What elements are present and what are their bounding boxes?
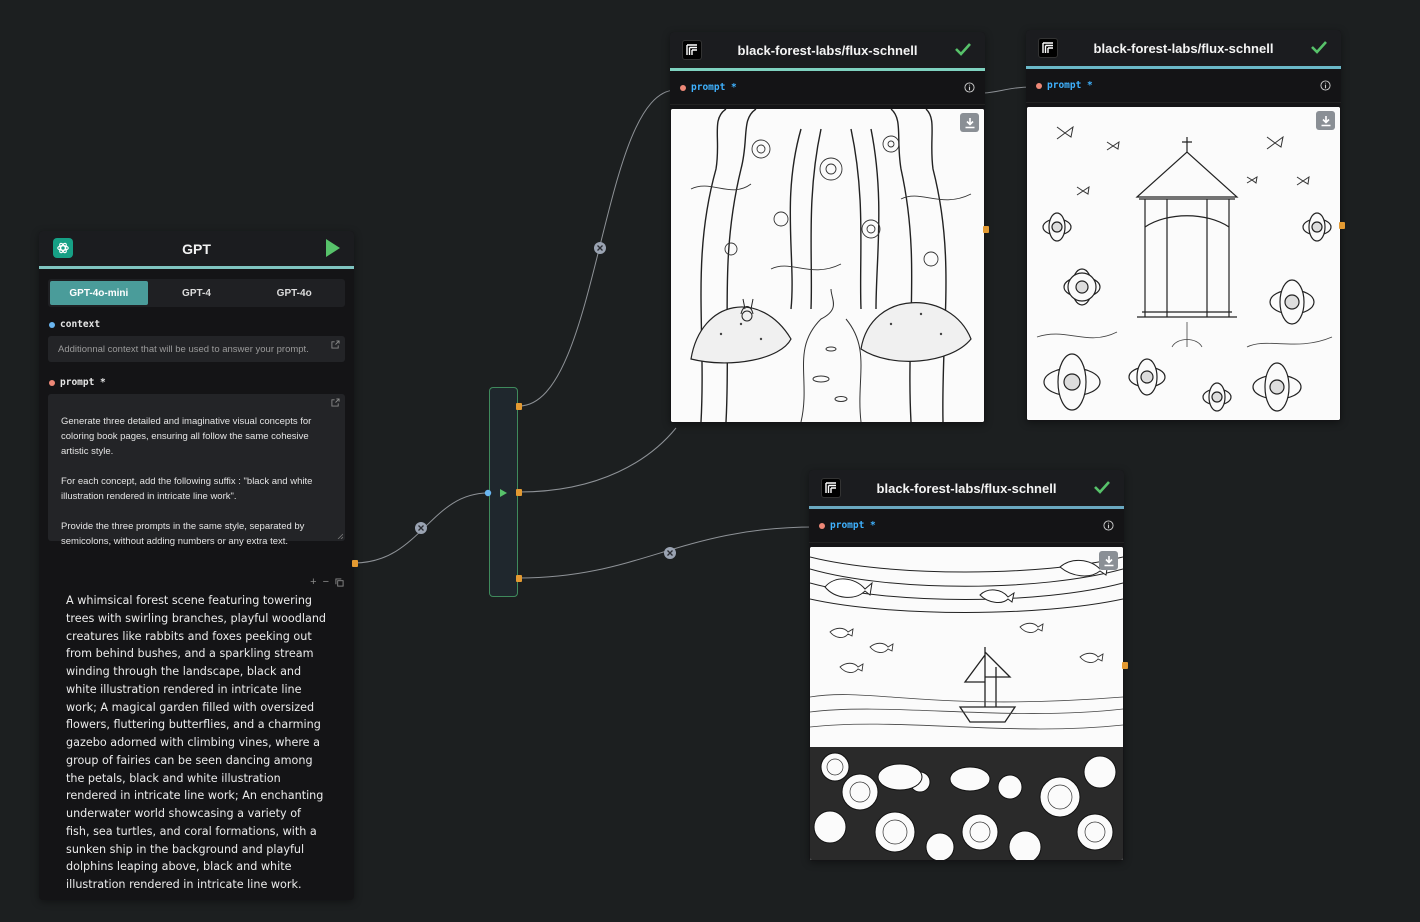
flux-output-port-garden[interactable] — [1339, 222, 1345, 229]
expand-icon[interactable] — [331, 340, 340, 349]
context-port-dot[interactable] — [49, 321, 55, 328]
flux-prompt-input[interactable]: prompt * — [670, 71, 985, 105]
flux-node-title: black-forest-labs/flux-schnell — [1093, 40, 1274, 56]
prompt-label: prompt * — [49, 377, 354, 388]
flux-prompt-input[interactable]: prompt * — [1026, 69, 1341, 103]
context-label-text: context — [60, 319, 101, 330]
download-icon[interactable] — [1316, 111, 1335, 130]
info-icon[interactable] — [1103, 520, 1114, 531]
wire-delete-button — [415, 522, 427, 534]
prompt-port-dot[interactable] — [49, 379, 55, 386]
check-icon — [1311, 41, 1327, 54]
flux-node-header[interactable]: black-forest-labs/flux-schnell — [809, 470, 1124, 506]
workflow-canvas[interactable]: GPT GPT-4o-mini GPT-4 GPT-4o context Add… — [0, 0, 1420, 922]
generated-image-garden[interactable] — [1027, 107, 1340, 420]
splitter-run-icon — [500, 489, 507, 497]
replicate-icon — [682, 40, 702, 60]
prompt-label-text: prompt * — [60, 377, 106, 388]
forest-illustration — [671, 109, 984, 422]
context-placeholder: Additionnal context that will be used to… — [58, 344, 309, 355]
expand-icon[interactable] — [331, 398, 340, 407]
info-icon[interactable] — [964, 82, 975, 93]
info-icon[interactable] — [1320, 80, 1331, 91]
flux-prompt-label-text: prompt * — [691, 82, 737, 93]
splitter-output-port-3[interactable] — [516, 575, 522, 582]
prompt-port-dot[interactable] — [819, 522, 825, 529]
replicate-icon — [1038, 38, 1058, 58]
wire-splitter-to-underwater — [518, 526, 816, 579]
flux-node-garden[interactable]: black-forest-labs/flux-schnell prompt * — [1026, 30, 1341, 421]
download-icon[interactable] — [1099, 551, 1118, 570]
flux-node-header[interactable]: black-forest-labs/flux-schnell — [670, 32, 985, 68]
wire-forest-to-garden — [983, 86, 1033, 94]
download-icon[interactable] — [960, 113, 979, 132]
gpt-node-header[interactable]: GPT — [39, 231, 354, 269]
flux-node-title: black-forest-labs/flux-schnell — [737, 42, 918, 58]
tab-gpt-4o[interactable]: GPT-4o — [245, 281, 343, 305]
copy-icon[interactable] — [335, 577, 344, 587]
flux-output-port-underwater[interactable] — [1122, 662, 1128, 669]
gpt-node[interactable]: GPT GPT-4o-mini GPT-4 GPT-4o context Add… — [39, 231, 354, 900]
check-icon — [955, 43, 971, 56]
splitter-output-port-2[interactable] — [516, 489, 522, 496]
context-label: context — [49, 319, 354, 330]
prompt-value: Generate three detailed and imaginative … — [61, 416, 313, 547]
wire-delete-button — [594, 242, 606, 254]
flux-prompt-label: prompt * — [680, 82, 737, 93]
splitter-output-port-1[interactable] — [516, 403, 522, 410]
splitter-input[interactable] — [483, 487, 513, 499]
flux-prompt-label-text: prompt * — [1047, 80, 1093, 91]
splitter-input-dot — [484, 489, 492, 497]
flux-prompt-label: prompt * — [1036, 80, 1093, 91]
flux-node-underwater[interactable]: black-forest-labs/flux-schnell prompt * — [809, 470, 1124, 861]
gpt-output-text: A whimsical forest scene featuring tower… — [66, 594, 327, 891]
flux-prompt-input[interactable]: prompt * — [809, 509, 1124, 543]
resize-handle-icon[interactable] — [337, 533, 343, 539]
generated-image-underwater[interactable] — [810, 547, 1123, 860]
replicate-icon — [821, 478, 841, 498]
wire-delete-buttons — [415, 242, 676, 559]
underwater-illustration — [810, 547, 1123, 860]
wire-splitter-to-garden — [518, 427, 677, 493]
wire-delete-button — [664, 547, 676, 559]
check-icon — [1094, 481, 1110, 494]
output-tools: + − — [310, 576, 344, 588]
flux-node-header[interactable]: black-forest-labs/flux-schnell — [1026, 30, 1341, 66]
garden-illustration — [1027, 107, 1340, 420]
wire-splitter-to-forest — [518, 89, 677, 407]
prompt-textarea[interactable]: Generate three detailed and imaginative … — [48, 394, 345, 547]
model-tabs: GPT-4o-mini GPT-4 GPT-4o — [48, 279, 345, 307]
flux-node-title: black-forest-labs/flux-schnell — [876, 480, 1057, 496]
wire-gpt-to-splitter — [353, 492, 489, 564]
openai-icon — [53, 238, 73, 258]
tab-gpt-4o-mini[interactable]: GPT-4o-mini — [50, 281, 148, 305]
gpt-node-title: GPT — [182, 240, 211, 257]
flux-prompt-label-text: prompt * — [830, 520, 876, 531]
flux-node-forest[interactable]: black-forest-labs/flux-schnell prompt * — [670, 32, 985, 423]
generated-image-forest[interactable] — [671, 109, 984, 422]
zoom-out-button[interactable]: − — [323, 576, 329, 588]
tab-gpt-4[interactable]: GPT-4 — [148, 281, 246, 305]
flux-output-port-forest[interactable] — [983, 226, 989, 233]
context-input[interactable]: Additionnal context that will be used to… — [48, 336, 345, 362]
play-icon[interactable] — [326, 239, 340, 257]
prompt-port-dot[interactable] — [680, 84, 686, 91]
zoom-in-button[interactable]: + — [310, 576, 316, 588]
prompt-port-dot[interactable] — [1036, 82, 1042, 89]
flux-prompt-label: prompt * — [819, 520, 876, 531]
gpt-output-port[interactable] — [352, 560, 358, 567]
